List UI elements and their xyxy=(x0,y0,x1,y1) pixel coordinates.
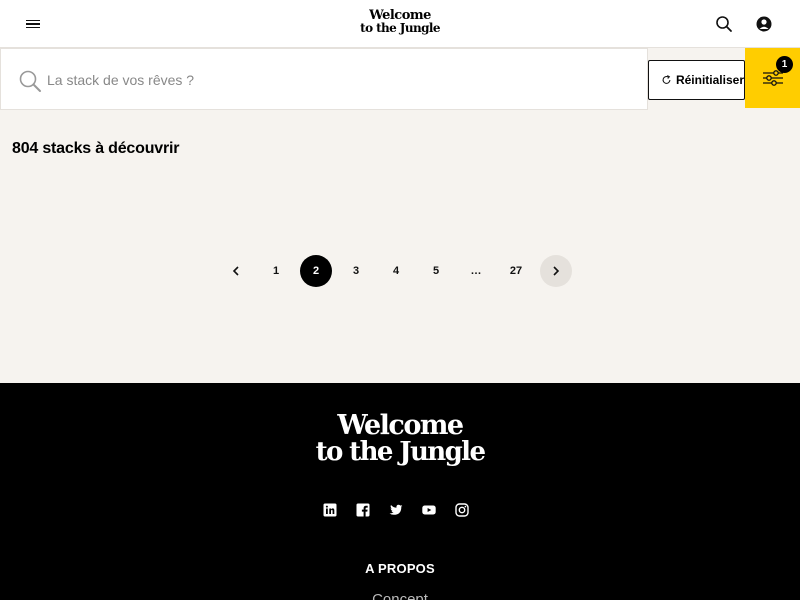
footer-heading-about: A PROPOS xyxy=(365,561,435,576)
twitter-icon[interactable] xyxy=(389,503,403,517)
menu-icon[interactable] xyxy=(26,14,46,34)
reset-label: Réinitialiser xyxy=(675,73,744,87)
previous-page-button[interactable] xyxy=(220,255,252,287)
top-header: Welcome to the Jungle xyxy=(0,0,800,48)
footer-logo-line-2: to the Jungle xyxy=(315,437,486,467)
footer-link-concept[interactable]: Concept xyxy=(0,591,800,600)
page-1[interactable]: 1 xyxy=(260,255,292,287)
search-input[interactable] xyxy=(47,67,627,93)
filter-count-badge: 1 xyxy=(776,56,793,73)
user-icon[interactable] xyxy=(754,14,774,34)
search-field-icon xyxy=(19,70,41,92)
logo-line-2: to the Jungle xyxy=(360,21,440,35)
facebook-icon[interactable] xyxy=(356,503,370,517)
footer: Welcome to the Jungle A PROPOS Concept xyxy=(0,383,800,600)
footer-logo[interactable]: Welcome to the Jungle xyxy=(300,410,500,467)
search-box xyxy=(0,48,648,110)
chevron-left-icon xyxy=(232,266,239,276)
page-ellipsis: … xyxy=(470,265,482,277)
page-4[interactable]: 4 xyxy=(380,255,412,287)
filters-button[interactable] xyxy=(745,48,800,108)
refresh-icon xyxy=(662,75,671,84)
pagination: 1 2 3 4 5 … 27 xyxy=(220,255,572,287)
footer-logo-line-1: Welcome xyxy=(337,410,464,441)
search-icon[interactable] xyxy=(714,14,734,34)
page-27[interactable]: 27 xyxy=(500,255,532,287)
results-count: 804 stacks à découvrir xyxy=(12,140,180,157)
logo[interactable]: Welcome to the Jungle xyxy=(350,9,450,35)
reset-button[interactable]: Réinitialiser xyxy=(648,60,745,100)
page-5[interactable]: 5 xyxy=(420,255,452,287)
social-links xyxy=(323,503,469,517)
next-page-button[interactable] xyxy=(540,255,572,287)
page-2-current[interactable]: 2 xyxy=(300,255,332,287)
page-3[interactable]: 3 xyxy=(340,255,372,287)
chevron-right-icon xyxy=(553,266,560,276)
instagram-icon[interactable] xyxy=(455,503,469,517)
search-bar: Réinitialiser xyxy=(0,48,800,110)
youtube-icon[interactable] xyxy=(422,503,436,517)
linkedin-icon[interactable] xyxy=(323,503,337,517)
